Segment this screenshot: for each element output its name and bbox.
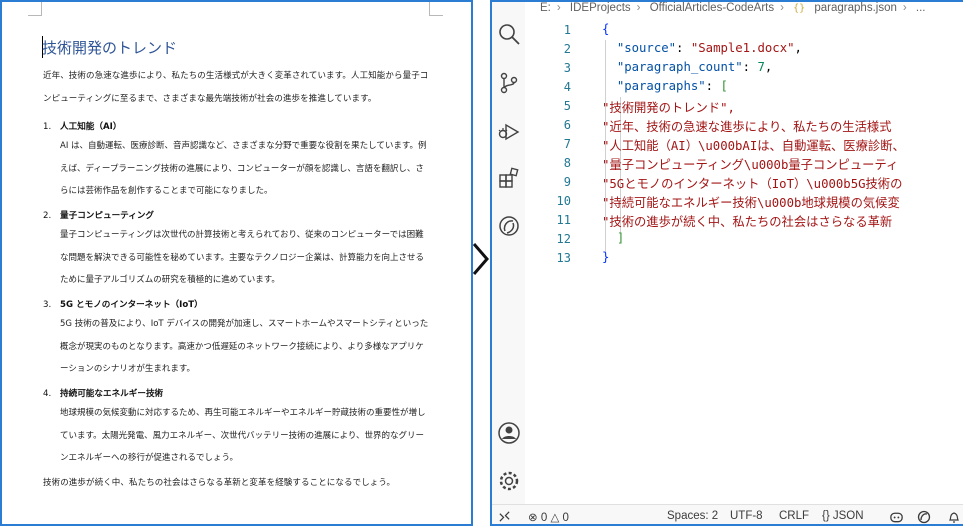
section-heading-text: 5G とモノのインターネット（IoT） (60, 300, 203, 310)
line-number: 5 (563, 99, 571, 113)
run-debug-icon[interactable] (497, 119, 521, 143)
breadcrumb-separator: › (780, 2, 784, 14)
line-number: 9 (563, 175, 571, 189)
code-line: { (602, 22, 609, 36)
json-key: "paragraph_count" (616, 60, 743, 74)
json-string-line: "人工知能（AI）\u000bAIは、自動運転、医療診断、 (602, 139, 905, 153)
code-line: "paragraph_count": 7, (616, 60, 773, 74)
document-page[interactable]: 技術開発のトレンド 近年、技術の急速な進歩により、私たちの生活様式が大きく変革さ… (0, 0, 473, 526)
section-body[interactable]: 5G 技術の普及により、IoT デバイスの開発が加速し、スマートホームやスマート… (60, 313, 430, 381)
json-bracket: } (602, 250, 610, 264)
line-number: 7 (563, 137, 571, 151)
section-heading-text: 人工知能（AI） (60, 122, 122, 132)
indentation-setting[interactable]: Spaces: 2 (667, 510, 718, 522)
line-number: 10 (556, 194, 571, 208)
bell-icon[interactable] (947, 510, 961, 524)
error-count: 0 (540, 512, 548, 524)
section-heading[interactable]: 3. 5G とモノのインターネット（IoT） (43, 298, 203, 310)
line-number: 3 (563, 61, 571, 75)
list-number: 2. (43, 211, 52, 221)
activity-bar (492, 2, 525, 504)
json-string: "Sample1.docx" (690, 41, 795, 55)
json-key: "paragraphs" (616, 79, 706, 93)
line-number: 6 (563, 118, 571, 132)
json-bracket: { (602, 22, 610, 36)
json-string-line: "技術の進歩が続く中、私たちの社会はさらなる革新 (602, 215, 893, 229)
json-language-icon: {} (822, 510, 830, 522)
warning-count: 0 (562, 512, 569, 524)
line-number: 11 (556, 213, 571, 227)
code-line: ] (602, 231, 624, 245)
section-body[interactable]: 量子コンピューティングは次世代の計算技術と考えられており、従来のコンピューターで… (60, 224, 430, 292)
json-bracket: ] (616, 231, 625, 245)
problems-indicator[interactable]: ⊗ 0 △ 0 (528, 510, 569, 524)
breadcrumb-folder[interactable]: IDEProjects (570, 2, 631, 14)
list-number: 3. (43, 300, 52, 310)
json-string-line: "近年、技術の急速な進歩により、私たちの生活様式 (602, 120, 892, 134)
code-line: } (602, 250, 609, 264)
language-mode[interactable]: {} JSON (822, 510, 864, 522)
copilot-icon[interactable] (889, 510, 904, 524)
language-label: JSON (832, 510, 864, 522)
list-number: 1. (43, 122, 52, 132)
line-number: 1 (563, 23, 571, 37)
breadcrumb-separator: › (556, 2, 561, 14)
margin-corner-mark (28, 2, 42, 16)
section-heading[interactable]: 4. 持続可能なエネルギー技術 (43, 387, 163, 399)
code-line: "paragraphs": [ (616, 79, 728, 93)
extensions-icon[interactable] (497, 166, 521, 190)
section-heading-text: 持続可能なエネルギー技術 (60, 389, 164, 399)
line-number: 12 (556, 232, 571, 246)
breadcrumb-file[interactable]: paragraphs.json (814, 2, 896, 14)
settings-gear-icon[interactable] (497, 469, 521, 493)
json-string-line: "技術開発のトレンド", (602, 101, 735, 115)
line-number: 4 (563, 80, 571, 94)
document-title[interactable]: 技術開発のトレンド (42, 37, 177, 58)
account-icon[interactable] (497, 421, 521, 445)
json-bracket: [ (720, 79, 728, 93)
section-body[interactable]: 地球規模の気候変動に対応するため、再生可能エネルギーやエネルギー貯蔵技術の重要性… (60, 402, 430, 470)
search-icon[interactable] (497, 22, 521, 46)
json-string-line: "持続可能なエネルギー技術\u000b地球規模の気候変 (602, 196, 900, 210)
editor-text-area[interactable]: 1 2 3 4 5 6 7 8 9 10 11 12 13 { "source"… (525, 20, 963, 523)
error-icon: ⊗ (528, 512, 538, 524)
code-editor-window: E: › IDEProjects › OfficialArticles-CodeAr… (490, 0, 963, 526)
encoding-setting[interactable]: UTF-8 (730, 510, 763, 522)
section-heading-text: 量子コンピューティング (60, 211, 155, 221)
copilot-status-icon[interactable] (917, 510, 931, 524)
json-key: "source" (616, 41, 677, 55)
breadcrumb-drive[interactable]: E: (540, 2, 551, 14)
section-body[interactable]: AI は、自動運転、医療診断、音声認識など、さまざまな分野で重要な役割を果たして… (60, 135, 430, 203)
breadcrumb-folder[interactable]: OfficialArticles-CodeArts (650, 2, 774, 14)
json-string-line: "5Gとモノのインターネット（IoT）\u000b5G技術の (602, 177, 903, 191)
section-heading[interactable]: 1. 人工知能（AI） (43, 120, 121, 132)
json-number: 7 (757, 60, 765, 74)
closing-paragraph[interactable]: 技術の進歩が続く中、私たちの社会はさらなる革新と変革を経験することになるでしょう… (43, 472, 433, 495)
line-number: 2 (563, 42, 571, 56)
breadcrumb-separator: › (902, 2, 907, 14)
remote-icon[interactable] (498, 510, 511, 523)
json-string-line: "量子コンピューティング\u000b量子コンピューティ (602, 158, 899, 172)
breadcrumb-symbol[interactable]: ... (916, 2, 926, 14)
json-file-icon: {} (793, 3, 806, 14)
source-control-icon[interactable] (497, 71, 521, 95)
code-line: "source": "Sample1.docx", (616, 41, 802, 55)
breadcrumb-separator: › (636, 2, 641, 14)
list-number: 4. (43, 389, 52, 399)
line-number: 13 (556, 251, 571, 265)
intro-paragraph[interactable]: 近年、技術の急速な進歩により、私たちの生活様式が大きく変革されています。人工知能… (43, 65, 433, 110)
warning-icon: △ (550, 512, 560, 524)
section-heading[interactable]: 2. 量子コンピューティング (43, 209, 154, 221)
line-number: 8 (563, 156, 571, 170)
eol-setting[interactable]: CRLF (779, 510, 809, 522)
margin-corner-mark (429, 2, 443, 16)
status-bar: ⊗ 0 △ 0 Spaces: 2 UTF-8 CRLF {} JSON (492, 504, 963, 524)
breadcrumb: E: › IDEProjects › OfficialArticles-CodeAr… (540, 2, 963, 20)
chevron-right-icon (472, 243, 489, 275)
copilot-chat-icon[interactable] (497, 214, 521, 238)
